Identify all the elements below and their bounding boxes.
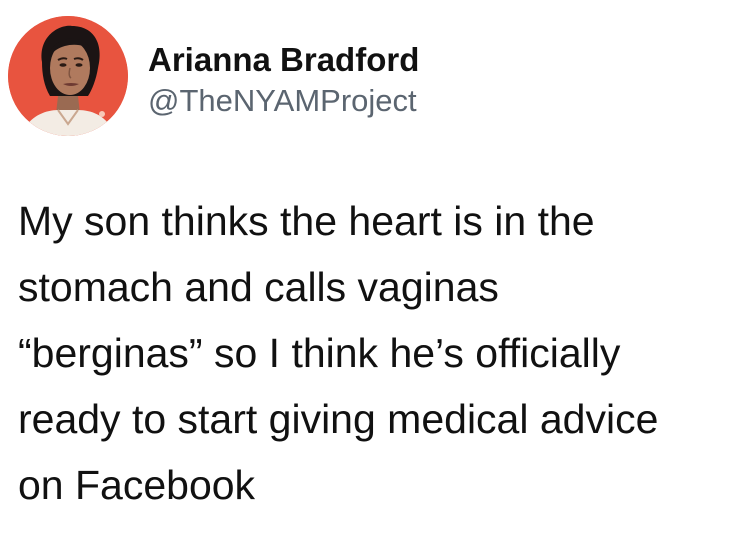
tweet-text-line: on Facebook xyxy=(18,462,256,508)
author-avatar[interactable] xyxy=(8,16,128,136)
author-handle[interactable]: @TheNYAMProject xyxy=(148,82,417,120)
tweet-card: Arianna Bradford @TheNYAMProject My son … xyxy=(0,0,750,537)
author-display-name[interactable]: Arianna Bradford xyxy=(148,40,419,80)
tweet-text-line: My son thinks the heart is in the xyxy=(18,198,595,244)
tweet-text-line: stomach and calls vaginas xyxy=(18,264,499,310)
tweet-text: My son thinks the heart is in the stomac… xyxy=(18,188,746,518)
woman-portrait-icon xyxy=(8,16,128,136)
tweet-text-line: “berginas” so I think he’s officially xyxy=(18,330,621,376)
tweet-text-line: ready to start giving medical advice xyxy=(18,396,659,442)
